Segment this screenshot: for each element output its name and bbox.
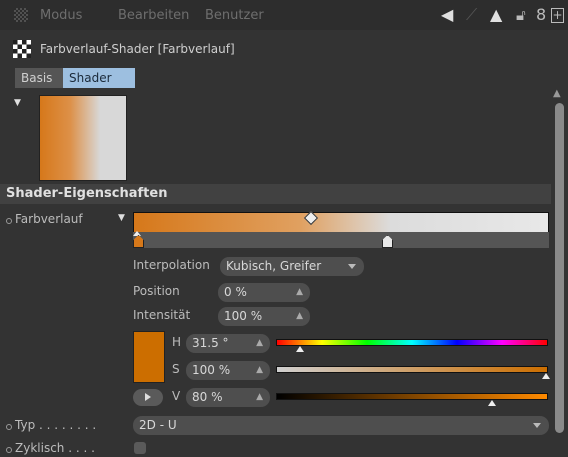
selected-knob-marker-icon [133,231,141,236]
s-field[interactable]: 100 % ▲ [186,361,270,380]
zyklisch-label: Zyklisch . . . . [15,441,95,455]
gradient-label: Farbverlauf [15,212,83,226]
value-slider-handle[interactable] [488,400,496,406]
h-value: 31.5 ° [192,336,229,350]
play-icon [145,393,151,401]
v-value: 80 % [192,390,223,404]
play-button[interactable] [133,389,163,406]
spinner-icon[interactable]: ▲ [256,388,263,407]
s-label: S [172,362,180,376]
intensity-value: 100 % [224,309,263,323]
interpolation-dropdown[interactable]: Kubisch, Greifer [220,257,364,276]
dropdown-arrow-icon [533,423,541,428]
shader-checker-icon [13,40,31,58]
section-title: Shader-Eigenschaften [6,186,168,201]
v-label: V [172,389,181,403]
typ-value: 2D - U [139,418,177,432]
lock-icon[interactable]: 🔓︎ [516,6,526,24]
spinner-icon[interactable]: ▲ [296,307,303,326]
gradient-menu-arrow-icon[interactable]: ▼ [118,213,125,223]
position-label: Position [133,284,180,298]
position-value: 0 % [224,285,247,299]
h-label: H [172,335,182,349]
gradient-knob-track[interactable] [133,232,549,248]
tab-shader[interactable]: Shader [63,68,135,88]
menu-benutzer[interactable]: Benutzer [205,8,264,23]
new-panel-icon[interactable]: + [551,8,564,23]
s-value: 100 % [192,363,231,377]
saturation-slider[interactable] [276,366,548,373]
color-swatch[interactable] [133,331,165,383]
position-field[interactable]: 0 % ▲ [218,283,310,302]
link-icon[interactable]: 8 [536,6,546,24]
v-field[interactable]: 80 % ▲ [186,388,270,407]
typ-dropdown[interactable]: 2D - U [133,416,549,435]
spinner-icon[interactable]: ▲ [256,361,263,380]
interpolation-value: Kubisch, Greifer [226,259,322,273]
animation-dot-icon[interactable] [6,424,12,430]
h-field[interactable]: 31.5 ° ▲ [186,334,270,353]
typ-label: Typ . . . . . . . . [15,418,97,432]
dropdown-arrow-icon [348,264,356,269]
shader-preview [39,95,127,181]
menu-bearbeiten[interactable]: Bearbeiten [118,8,189,23]
spinner-icon[interactable]: ▲ [296,283,303,302]
animation-dot-icon[interactable] [6,447,12,453]
zyklisch-checkbox[interactable] [134,442,146,454]
arrow-up-icon[interactable]: ▲ [490,6,502,24]
hue-slider[interactable] [276,339,548,346]
animation-dot-icon[interactable] [6,218,12,224]
interpolation-label: Interpolation [133,258,210,272]
menu-modus[interactable]: Modus [40,8,82,23]
intensity-field[interactable]: 100 % ▲ [218,307,310,326]
panel-title: Farbverlauf-Shader [Farbverlauf] [40,42,235,56]
gradient-bar[interactable] [133,212,549,233]
scroll-up-icon[interactable]: ▲ [553,88,561,99]
intensity-label: Intensität [133,308,191,322]
grip-icon[interactable] [14,8,28,22]
arrow-right-icon[interactable]: ⟋ [466,6,477,24]
spinner-icon[interactable]: ▲ [256,334,263,353]
collapse-triangle-icon[interactable]: ▼ [14,98,21,108]
saturation-slider-handle[interactable] [542,373,550,379]
menu-bar [0,0,568,30]
scrollbar[interactable] [555,103,564,433]
hue-slider-handle[interactable] [295,346,304,352]
value-slider[interactable] [276,393,548,400]
arrow-left-icon[interactable]: ◀ [441,6,453,24]
